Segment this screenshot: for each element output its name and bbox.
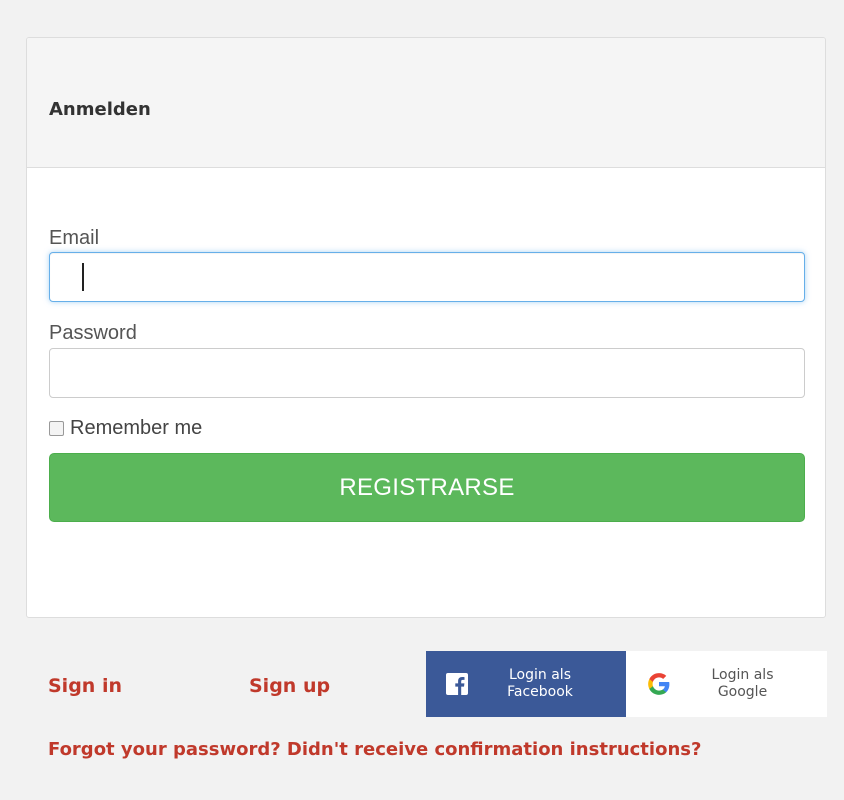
panel-title: Anmelden <box>49 99 151 120</box>
password-label: Password <box>49 322 137 344</box>
submit-button[interactable]: REGISTRARSE <box>49 453 805 522</box>
password-field[interactable] <box>49 348 805 398</box>
email-field[interactable] <box>49 252 805 302</box>
facebook-login-button[interactable]: Login als Facebook <box>426 651 626 717</box>
remember-label: Remember me <box>70 417 203 439</box>
sign-up-link[interactable]: Sign up <box>249 675 330 697</box>
facebook-login-label: Login als Facebook <box>468 667 626 701</box>
remember-checkbox[interactable] <box>49 421 64 436</box>
text-caret <box>82 263 84 291</box>
facebook-icon <box>446 673 468 695</box>
email-label: Email <box>49 227 100 249</box>
sign-in-link[interactable]: Sign in <box>48 675 122 697</box>
facebook-login-line1: Login als <box>509 667 571 683</box>
panel-heading: Anmelden <box>27 38 825 168</box>
google-login-button[interactable]: Login als Google <box>626 651 827 717</box>
google-icon <box>648 673 670 695</box>
forgot-password-link[interactable]: Forgot your password? Didn't receive con… <box>48 739 701 760</box>
google-login-label: Login als Google <box>672 667 827 701</box>
google-login-line2: Google <box>717 684 768 700</box>
facebook-login-line2: Facebook <box>507 684 573 700</box>
login-panel: Anmelden Email Password Remember me REGI… <box>26 37 826 618</box>
google-login-line1: Login als <box>711 667 774 683</box>
remember-me[interactable]: Remember me <box>49 417 202 440</box>
